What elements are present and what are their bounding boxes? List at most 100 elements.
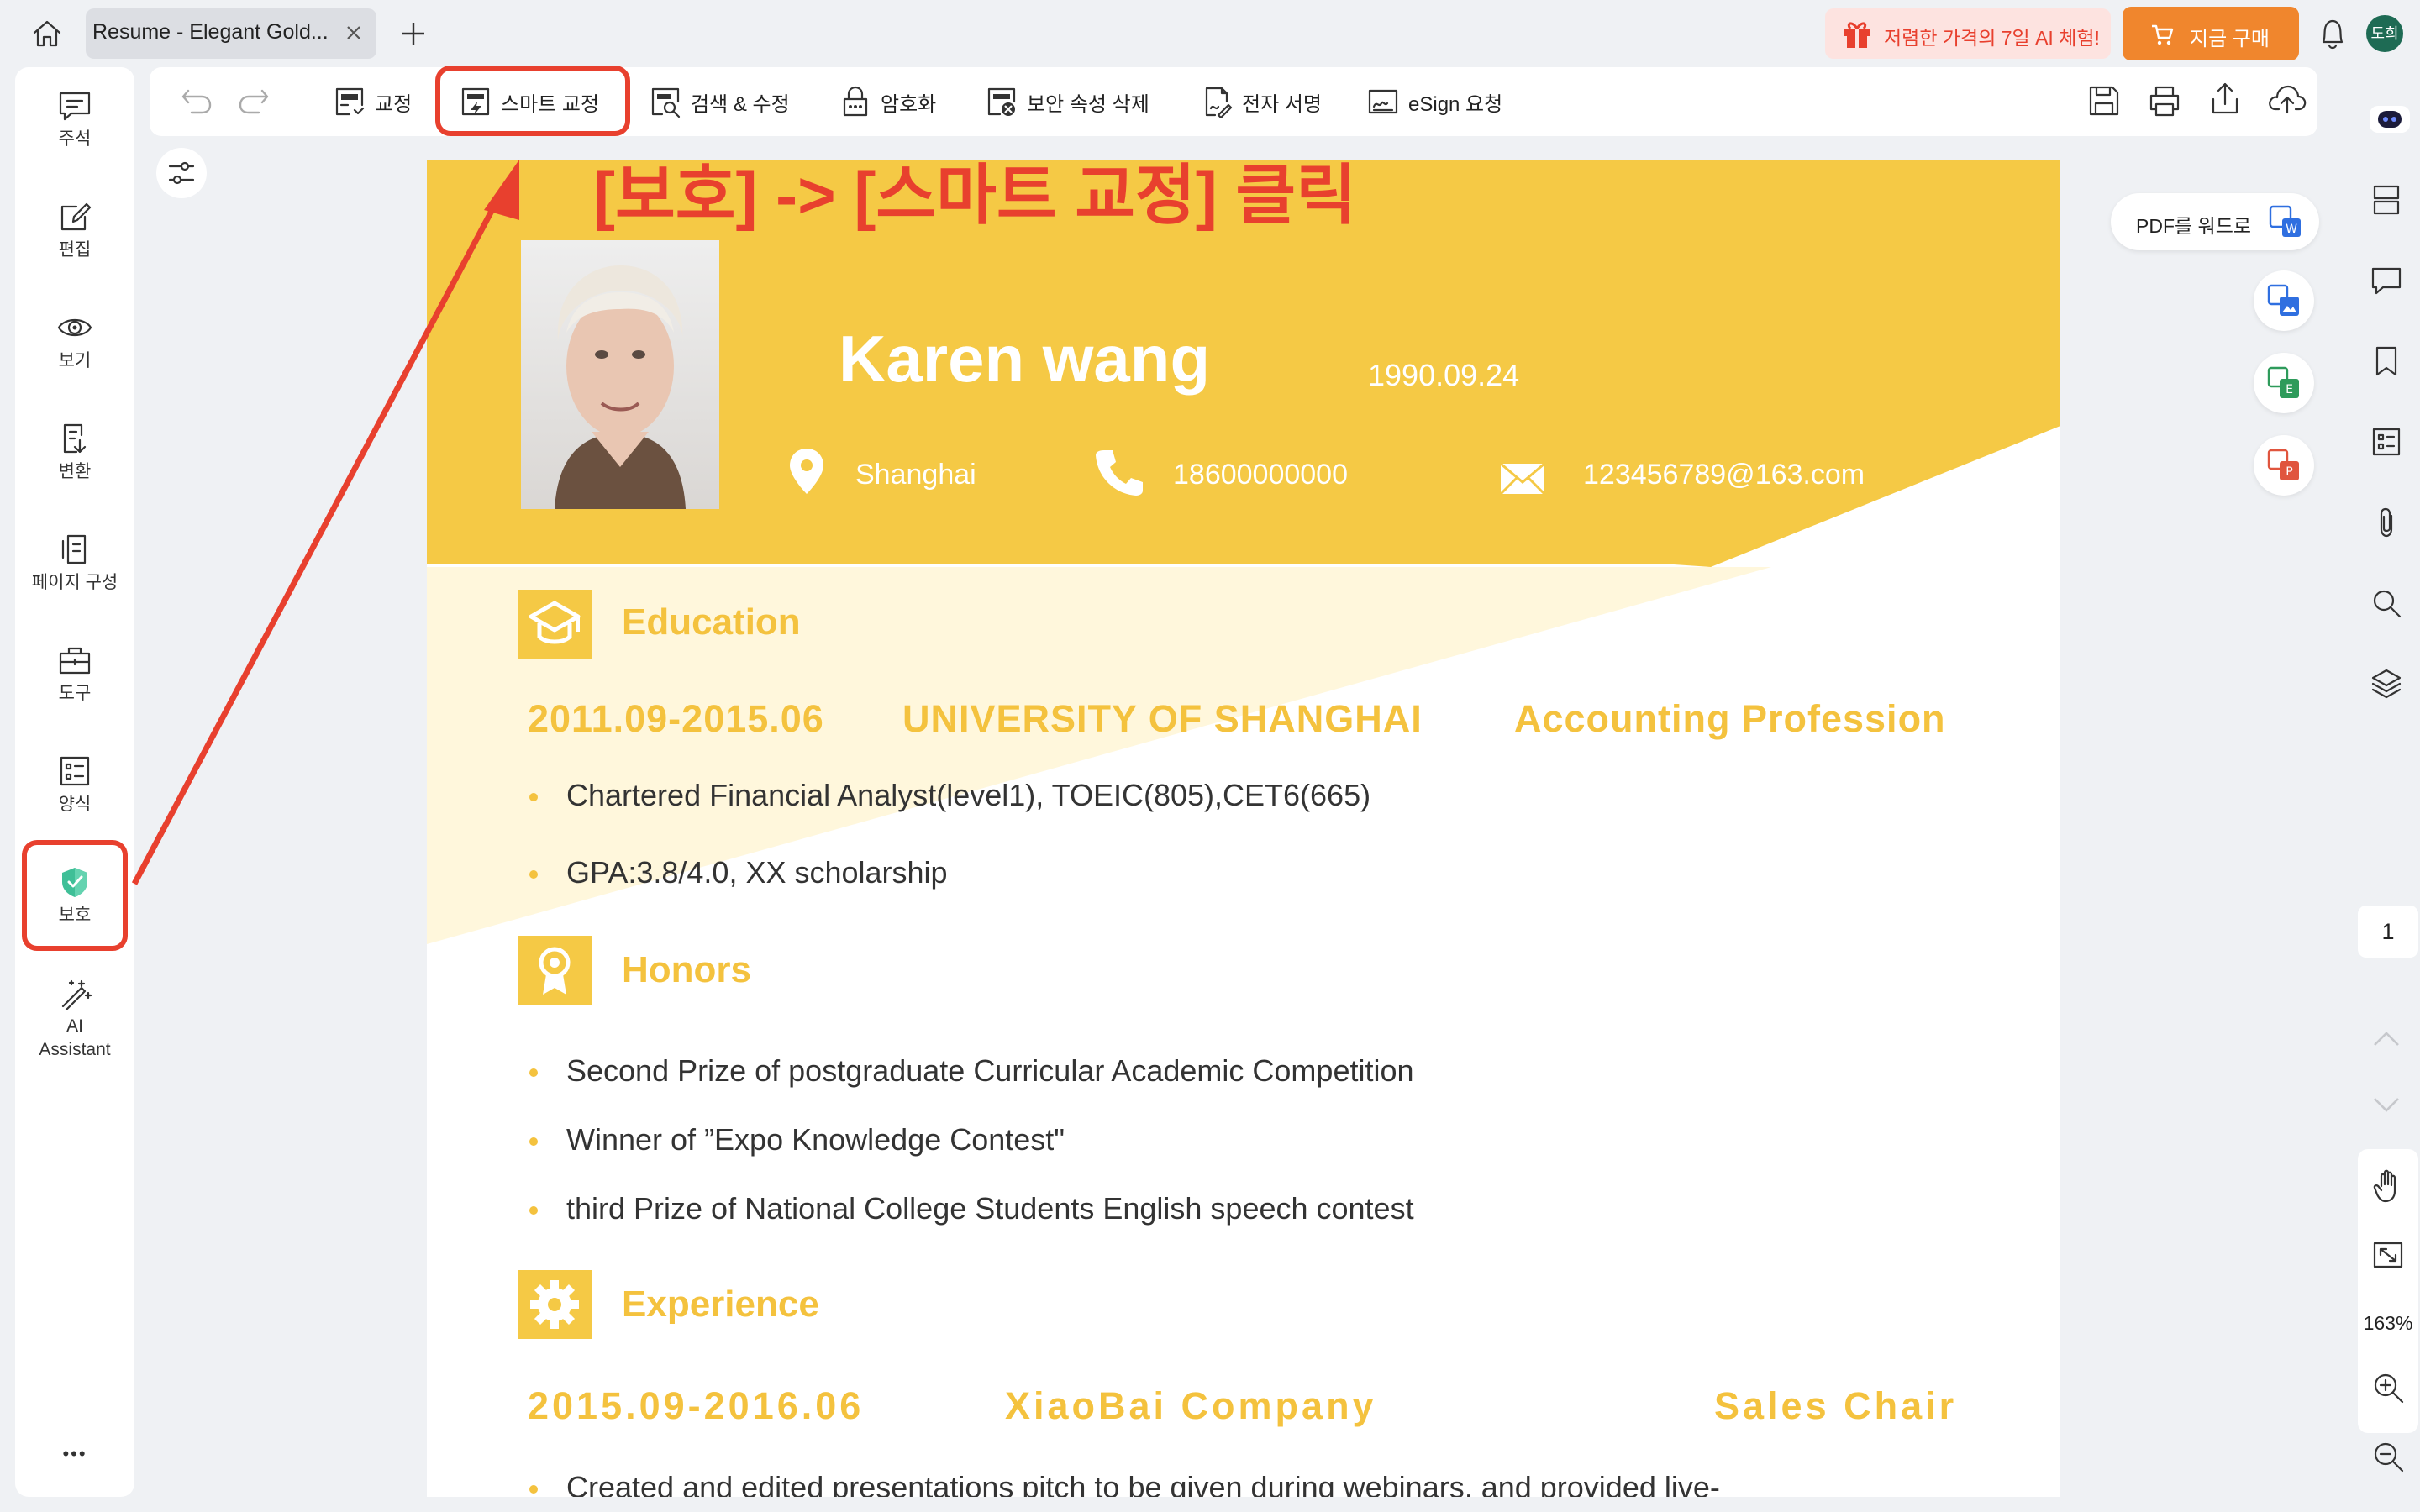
toolbar-label: 교정	[375, 92, 413, 116]
sidebar-label: 편집	[58, 240, 92, 260]
sidebar-label: 보기	[58, 351, 92, 370]
redact-icon	[335, 87, 365, 116]
signature-icon	[1205, 87, 1233, 118]
education-school: UNIVERSITY OF SHANGHAI	[902, 697, 1423, 740]
education-major: Accounting Profession	[1514, 697, 1946, 740]
bullet-dot	[529, 793, 538, 801]
sidebar-item-view[interactable]: 보기	[15, 311, 134, 373]
gear-icon	[518, 1270, 592, 1339]
attachment-icon[interactable]	[2370, 506, 2403, 539]
toolbar-encrypt[interactable]: 암호화	[839, 82, 936, 121]
location-pin-icon	[788, 447, 825, 496]
search-icon[interactable]	[2370, 586, 2403, 620]
profile-photo	[521, 240, 719, 509]
phone-icon	[1094, 447, 1144, 497]
bell-icon[interactable]	[2316, 15, 2349, 52]
save-icon[interactable]	[2086, 82, 2123, 119]
share-upload-icon[interactable]	[2207, 81, 2244, 118]
ppt-convert-icon: P	[2267, 449, 2301, 482]
promo-text: 저렴한 가격의 7일 AI 체험!	[1884, 27, 2100, 49]
sidebar-item-ai-assistant[interactable]: AI Assistant	[15, 976, 134, 1062]
toolbar-e-signature[interactable]: 전자 서명	[1200, 82, 1322, 121]
toolbar-redact[interactable]: 교정	[333, 82, 412, 121]
lock-icon	[843, 86, 868, 117]
more-menu-icon[interactable]: •••	[15, 1443, 134, 1465]
zoom-in-icon[interactable]	[2371, 1371, 2405, 1404]
experience-bullet: Created and edited presentations pitch t…	[566, 1470, 1720, 1497]
experience-title: Experience	[622, 1284, 819, 1325]
form-icon	[60, 756, 90, 786]
page-layout-icon[interactable]	[2370, 183, 2403, 217]
experience-company: XiaoBai Company	[1005, 1384, 1377, 1427]
zoom-out-icon[interactable]	[2371, 1440, 2405, 1473]
toolbar-label: 전자 서명	[1242, 92, 1322, 116]
education-period: 2011.09-2015.06	[528, 697, 824, 740]
form-fields-icon[interactable]	[2370, 425, 2403, 459]
cart-icon	[2149, 22, 2175, 47]
redo-icon[interactable]	[235, 82, 272, 119]
toolbar-label: eSign 요청	[1408, 92, 1503, 116]
pdf-to-word-label: PDF를 워드로	[2136, 215, 2252, 237]
bullet-dot	[529, 870, 538, 879]
close-tab-icon[interactable]	[345, 24, 363, 42]
home-icon[interactable]	[30, 17, 64, 50]
page-number-box[interactable]: 1	[2358, 906, 2418, 958]
envelope-icon	[1499, 462, 1546, 496]
sidebar-item-convert[interactable]: 변환	[15, 422, 134, 484]
eye-icon	[57, 318, 92, 337]
svg-text:E: E	[2286, 383, 2293, 396]
convert-icon	[63, 423, 87, 454]
sidebar-label: AI	[66, 1016, 83, 1036]
sliders-icon	[166, 158, 197, 188]
sidebar-label: 변환	[58, 462, 92, 481]
excel-convert-icon: E	[2267, 366, 2301, 400]
hand-pan-icon[interactable]	[2371, 1168, 2405, 1205]
smart-redact-highlight-box	[435, 66, 630, 136]
bullet-dot	[529, 1206, 538, 1215]
comments-panel-icon[interactable]	[2370, 264, 2403, 297]
resume-city: Shanghai	[855, 459, 976, 491]
fit-page-icon[interactable]	[2371, 1238, 2405, 1272]
magic-wand-icon	[61, 979, 92, 1010]
gift-icon	[1840, 17, 1874, 50]
toolbar-esign-request[interactable]: eSign 요청	[1366, 82, 1502, 121]
cloud-upload-icon[interactable]	[2267, 81, 2307, 118]
remove-security-icon	[987, 87, 1016, 116]
layers-icon[interactable]	[2370, 667, 2403, 701]
page-organize-icon	[61, 534, 87, 564]
resume-name: Karen wang	[839, 322, 1211, 396]
search-redact-icon	[651, 87, 681, 118]
sidebar-item-organize[interactable]: 페이지 구성	[15, 533, 134, 595]
toolbar-label: 보안 속성 삭제	[1027, 92, 1150, 116]
sidebar-item-comment[interactable]: 주석	[15, 89, 134, 151]
print-icon[interactable]	[2146, 82, 2183, 119]
document-page: Karen wang 1990.09.24 Shanghai 186000000…	[427, 160, 2060, 1497]
user-avatar[interactable]: 도희	[2366, 15, 2403, 52]
resume-email: 123456789@163.com	[1583, 459, 1865, 491]
undo-icon[interactable]	[178, 82, 215, 119]
ai-robot-icon[interactable]	[2370, 106, 2410, 133]
zoom-level: 163%	[2363, 1312, 2413, 1334]
chevron-down-icon[interactable]	[2370, 1094, 2403, 1117]
honors-bullet: Winner of ”Expo Knowledge Contest"	[566, 1122, 1065, 1157]
toolbar-search-redact[interactable]: 검색 & 수정	[649, 82, 790, 121]
education-bullet: Chartered Financial Analyst(level1), TOE…	[566, 778, 1371, 812]
esign-request-icon	[1368, 89, 1398, 114]
chevron-up-icon[interactable]	[2370, 1026, 2403, 1050]
svg-text:P: P	[2286, 465, 2292, 479]
new-tab-icon[interactable]	[398, 18, 429, 49]
bookmark-icon[interactable]	[2370, 344, 2403, 378]
sidebar-label: 양식	[58, 795, 92, 814]
sidebar-item-form[interactable]: 양식	[15, 754, 134, 816]
image-convert-icon	[2267, 284, 2301, 318]
sidebar-item-edit[interactable]: 편집	[15, 200, 134, 262]
tab-title: Resume - Elegant Gold...	[92, 20, 329, 44]
resume-birthdate: 1990.09.24	[1368, 358, 1520, 392]
toolbar-remove-security[interactable]: 보안 속성 삭제	[985, 82, 1150, 121]
honors-bullet: Second Prize of postgraduate Curricular …	[566, 1053, 1414, 1088]
sidebar-item-tools[interactable]: 도구	[15, 643, 134, 706]
experience-role: Sales Chair	[1714, 1384, 1958, 1427]
resume-phone: 18600000000	[1173, 459, 1349, 491]
svg-text:W: W	[2286, 223, 2297, 236]
protect-highlight-box	[22, 840, 128, 951]
